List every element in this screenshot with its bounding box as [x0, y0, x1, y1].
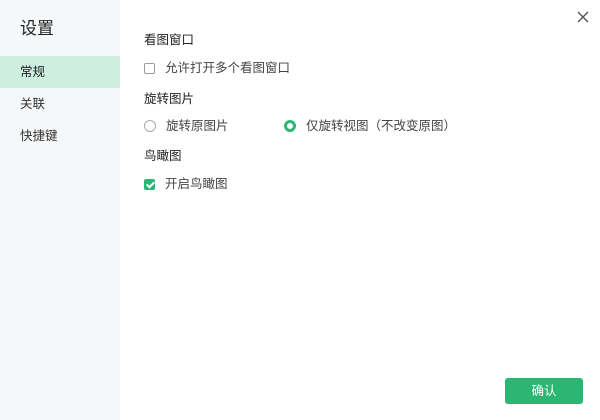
option-multiple-windows[interactable]: 允许打开多个看图窗口 — [144, 60, 290, 76]
sidebar-nav: 常规 关联 快捷键 — [0, 56, 120, 152]
close-button[interactable] — [572, 6, 594, 28]
sidebar-item-general[interactable]: 常规 — [0, 56, 120, 88]
section-title-rotate-image: 旋转图片 — [144, 91, 195, 106]
option-rotate-original[interactable]: 旋转原图片 — [144, 118, 229, 134]
rotate-view-only-radio[interactable] — [284, 120, 296, 132]
option-enable-overview[interactable]: 开启鸟瞰图 — [144, 176, 228, 192]
dialog-title: 设置 — [20, 19, 54, 39]
rotate-original-radio[interactable] — [144, 120, 156, 132]
confirm-button[interactable]: 确认 — [505, 378, 583, 404]
sidebar-item-association[interactable]: 关联 — [0, 88, 120, 120]
sidebar: 设置 常规 关联 快捷键 — [0, 0, 120, 420]
enable-overview-checkbox[interactable] — [144, 178, 155, 190]
sidebar-item-shortcuts[interactable]: 快捷键 — [0, 120, 120, 152]
close-icon — [577, 11, 589, 23]
rotate-view-only-label: 仅旋转视图（不改变原图） — [306, 118, 457, 133]
multiple-windows-checkbox[interactable] — [144, 62, 155, 74]
rotate-original-label: 旋转原图片 — [166, 118, 229, 133]
section-title-overview: 鸟瞰图 — [144, 148, 182, 163]
section-title-viewer-window: 看图窗口 — [144, 32, 195, 47]
settings-dialog: 设置 常规 关联 快捷键 看图窗口 允许打开多个看图窗口 旋转图片 旋转原图片 … — [0, 0, 600, 420]
option-rotate-view-only[interactable]: 仅旋转视图（不改变原图） — [284, 118, 456, 134]
multiple-windows-label: 允许打开多个看图窗口 — [165, 60, 291, 75]
enable-overview-label: 开启鸟瞰图 — [165, 176, 228, 191]
